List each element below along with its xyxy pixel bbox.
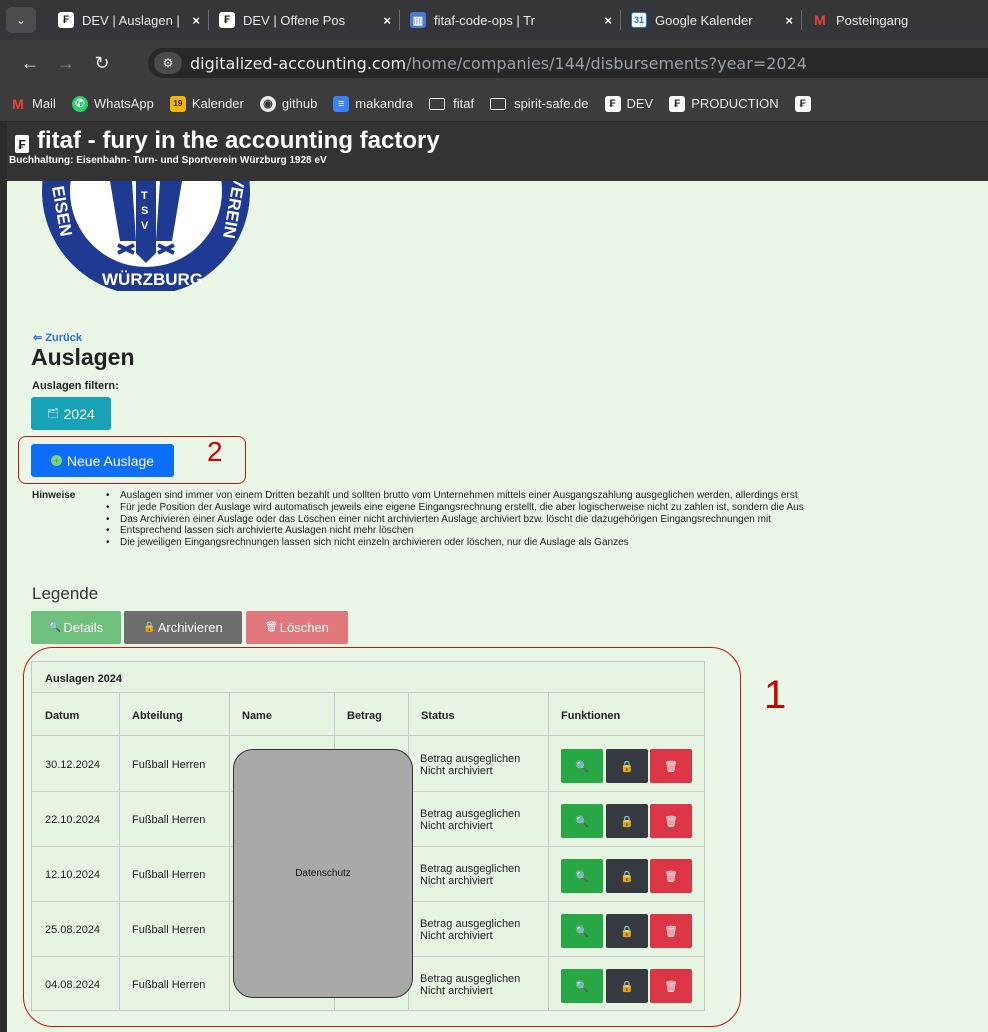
trello-icon: ▥	[410, 12, 426, 28]
bookmark-kalender[interactable]: 19 Kalender	[169, 95, 244, 112]
makandra-icon: ≡	[333, 95, 350, 112]
folder-icon	[429, 97, 446, 110]
bookmark-spirit-safe[interactable]: spirit-safe.de	[490, 96, 589, 111]
bookmark-more[interactable]: ₣	[794, 95, 817, 112]
back-arrow-icon: ⇐	[33, 332, 46, 344]
hints-label: Hinweise	[32, 490, 76, 501]
trash-icon: 🗑	[265, 622, 278, 633]
back-link[interactable]: ⇐ Zurück	[33, 331, 82, 344]
company-subtitle: Buchhaltung: Eisenbahn- Turn- und Sportv…	[9, 155, 327, 166]
tab-google-calendar[interactable]: 31 Google Kalender ×	[621, 0, 801, 40]
forward-arrow-icon[interactable]: →	[48, 53, 84, 74]
back-arrow-icon[interactable]: ←	[12, 53, 48, 74]
url-field[interactable]: ⚙ digitalized-accounting.com/home/compan…	[148, 48, 988, 78]
year-filter-button[interactable]: 🗂 2024	[31, 397, 111, 430]
page-title: Auslagen	[31, 344, 135, 370]
club-logo: T S V EISEN VEREIN WÜRZBURG	[40, 181, 252, 291]
tab-search-button[interactable]: ⌄	[6, 7, 36, 33]
bookmark-whatsapp[interactable]: ✆ WhatsApp	[71, 95, 154, 112]
club-emblem-icon: T S V EISEN VEREIN WÜRZBURG	[42, 181, 250, 291]
close-icon[interactable]: ×	[604, 13, 612, 28]
calendar-icon: 19	[169, 95, 186, 112]
logo-text-bottom: WÜRZBURG	[102, 270, 203, 289]
window-edge	[0, 122, 7, 1032]
bookmark-mail[interactable]: M Mail	[10, 96, 56, 112]
address-bar: ← → ↻ ⚙ digitalized-accounting.com/home/…	[0, 40, 988, 86]
svg-text:S: S	[141, 205, 148, 217]
bookmark-github[interactable]: ◉ github	[259, 95, 317, 112]
browser-tabbar: ⌄ ₣ DEV | Auslagen | × ₣ DEV | Offene Po…	[0, 0, 988, 40]
app-title[interactable]: fitaf - fury in the accounting factory	[37, 127, 440, 155]
archive-icon: 🔒	[143, 622, 156, 633]
tab-offene-posten[interactable]: ₣ DEV | Offene Pos ×	[209, 0, 399, 40]
tab-trello[interactable]: ▥ fitaf-code-ops | Tr ×	[400, 0, 620, 40]
fitaf-icon: ₣	[604, 95, 621, 112]
hint-item: Entsprechend lassen sich archivierte Aus…	[106, 525, 804, 537]
github-icon: ◉	[259, 95, 276, 112]
bookmark-production[interactable]: ₣ PRODUCTION	[669, 95, 779, 112]
tab-auslagen[interactable]: ₣ DEV | Auslagen | ×	[48, 0, 208, 40]
hint-item: Für jede Position der Auslage wird autom…	[106, 502, 804, 514]
svg-text:V: V	[141, 220, 149, 232]
url-text: digitalized-accounting.com/home/companie…	[190, 53, 807, 73]
annotation-box-1	[23, 647, 741, 1027]
svg-text:T: T	[141, 190, 148, 202]
bookmark-fitaf[interactable]: fitaf	[429, 96, 474, 111]
bookmarks-bar: M Mail ✆ WhatsApp 19 Kalender ◉ github ≡ maka…	[0, 86, 988, 122]
legend-delete: 🗑 Löschen	[246, 611, 348, 644]
filter-icon: 🗂	[47, 408, 59, 418]
hints-list: Auslagen sind immer von einem Dritten be…	[106, 490, 804, 549]
fitaf-icon: ₣	[669, 95, 686, 112]
filter-label: Auslagen filtern:	[32, 380, 119, 392]
close-icon[interactable]: ×	[785, 13, 793, 28]
fitaf-icon: ₣	[219, 12, 235, 28]
hint-item: Auslagen sind immer von einem Dritten be…	[106, 490, 804, 502]
legend-archive: 🔒 Archivieren	[124, 611, 242, 644]
legend-title: Legende	[32, 584, 99, 603]
fitaf-logo-icon: ₣	[15, 135, 29, 153]
bookmark-dev[interactable]: ₣ DEV	[604, 95, 653, 112]
annotation-marker-2: 2	[207, 436, 223, 467]
hint-item: Die jeweiligen Eingangsrechnungen lassen…	[106, 537, 804, 549]
gmail-icon: M	[12, 95, 24, 112]
tab-gmail[interactable]: M Posteingang	[802, 0, 922, 40]
folder-icon	[490, 97, 507, 110]
app-header: ₣ fitaf - fury in the accounting factory…	[7, 122, 988, 181]
magnifier-icon: 🔍	[48, 622, 62, 633]
gmail-icon: M	[814, 12, 826, 28]
fitaf-icon: ₣	[794, 95, 811, 112]
chevron-down-icon: ⌄	[15, 13, 27, 27]
close-icon[interactable]: ×	[192, 13, 200, 28]
whatsapp-icon: ✆	[71, 95, 88, 112]
close-icon[interactable]: ×	[383, 13, 391, 28]
reload-icon[interactable]: ↻	[84, 53, 120, 74]
bookmark-makandra[interactable]: ≡ makandra	[333, 95, 413, 112]
legend-details: 🔍 Details	[31, 611, 121, 644]
calendar-icon: 31	[631, 12, 647, 28]
hint-item: Das Archivieren einer Auslage oder das L…	[106, 514, 804, 526]
site-settings-icon[interactable]: ⚙	[154, 52, 182, 74]
fitaf-icon: ₣	[58, 12, 74, 28]
annotation-marker-1: 1	[764, 673, 787, 717]
